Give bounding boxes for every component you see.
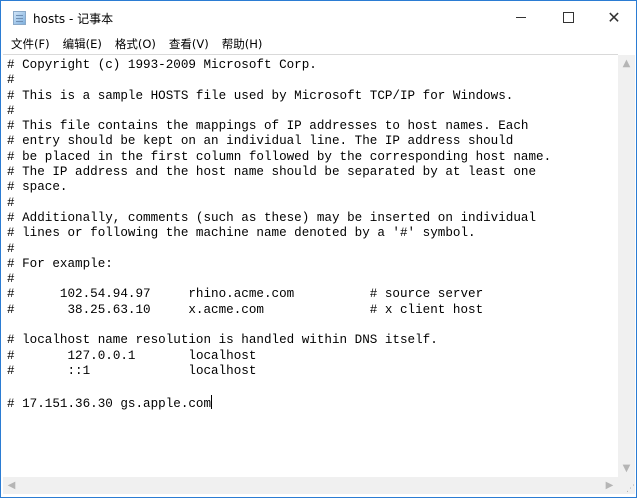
menu-format[interactable]: 格式(O) <box>110 34 162 54</box>
text-line-content: # <box>7 195 15 210</box>
text-line[interactable] <box>7 379 618 394</box>
maximize-icon <box>562 12 574 23</box>
text-line[interactable]: # The IP address and the host name shoul… <box>7 165 618 180</box>
minimize-button[interactable] <box>498 1 544 34</box>
scroll-up-icon[interactable]: ▲ <box>618 55 635 72</box>
text-line-content: # <box>7 103 15 118</box>
text-line-content: # <box>7 73 15 88</box>
scroll-right-icon[interactable]: ▶ <box>601 477 618 494</box>
scroll-left-icon[interactable]: ◀ <box>3 477 20 494</box>
text-line[interactable]: # localhost name resolution is handled w… <box>7 333 618 348</box>
text-line[interactable]: # <box>7 196 618 211</box>
text-line[interactable]: # This is a sample HOSTS file used by Mi… <box>7 89 618 104</box>
menu-help[interactable]: 帮助(H) <box>217 34 269 54</box>
text-line[interactable]: # Copyright (c) 1993-2009 Microsoft Corp… <box>7 58 618 73</box>
maximize-button[interactable] <box>545 1 591 34</box>
text-line[interactable]: # 38.25.63.10 x.acme.com # x client host <box>7 303 618 318</box>
close-button[interactable]: ✕ <box>591 1 637 34</box>
text-line[interactable]: # <box>7 104 618 119</box>
horizontal-scrollbar[interactable]: ◀ ▶ <box>3 477 618 494</box>
text-line[interactable]: # 127.0.0.1 localhost <box>7 349 618 364</box>
menu-file[interactable]: 文件(F) <box>6 34 56 54</box>
text-line[interactable]: # <box>7 73 618 88</box>
text-line[interactable]: # lines or following the machine name de… <box>7 226 618 241</box>
text-line-content: # lines or following the machine name de… <box>7 226 476 241</box>
text-line[interactable]: # 102.54.94.97 rhino.acme.com # source s… <box>7 287 618 302</box>
text-line[interactable]: # <box>7 272 618 287</box>
text-line[interactable]: # ::1 localhost <box>7 364 618 379</box>
text-line[interactable]: # For example: <box>7 257 618 272</box>
text-editor[interactable]: # Copyright (c) 1993-2009 Microsoft Corp… <box>3 54 618 478</box>
close-icon: ✕ <box>607 7 621 27</box>
text-line-content: # Copyright (c) 1993-2009 Microsoft Corp… <box>7 58 317 72</box>
text-content[interactable]: # Copyright (c) 1993-2009 Microsoft Corp… <box>7 58 618 478</box>
menu-edit[interactable]: 编辑(E) <box>58 34 108 54</box>
text-line-content: # localhost name resolution is handled w… <box>7 333 438 348</box>
text-line-content: # <box>7 241 15 256</box>
text-line-content: # For example: <box>7 256 113 271</box>
resize-grip-icon[interactable]: ⋰ <box>618 477 635 494</box>
text-line[interactable]: # entry should be kept on an individual … <box>7 134 618 149</box>
text-caret <box>211 394 213 409</box>
text-line[interactable] <box>7 318 618 333</box>
text-line-content: # The IP address and the host name shoul… <box>7 165 537 180</box>
text-line-content: # This file contains the mappings of IP … <box>7 119 529 134</box>
text-line[interactable]: # <box>7 242 618 257</box>
text-line[interactable]: # Additionally, comments (such as these)… <box>7 211 618 226</box>
scroll-down-icon[interactable]: ▼ <box>618 460 635 477</box>
title-bar[interactable]: hosts - 记事本 ✕ <box>1 1 636 34</box>
text-line[interactable]: # 17.151.36.30 gs.apple.com <box>7 394 618 411</box>
notepad-app-icon <box>13 11 26 25</box>
text-line-content: # 38.25.63.10 x.acme.com # x client host <box>7 302 484 317</box>
text-line-content: # be placed in the first column followed… <box>7 149 552 164</box>
text-line-content: # 17.151.36.30 gs.apple.com <box>7 396 212 411</box>
window-title: hosts - 记事本 <box>33 12 114 26</box>
text-line-content: # <box>7 272 15 287</box>
text-line-content: # This is a sample HOSTS file used by Mi… <box>7 88 514 103</box>
menu-view[interactable]: 查看(V) <box>164 34 215 54</box>
notepad-window: hosts - 记事本 ✕ 文件(F) 编辑(E) 格式(O) 查看(V) 帮助… <box>0 0 637 498</box>
minimize-icon <box>516 17 526 18</box>
text-line-content: # space. <box>7 180 68 195</box>
menu-bar: 文件(F) 编辑(E) 格式(O) 查看(V) 帮助(H) <box>1 34 636 54</box>
text-line-content: # 102.54.94.97 rhino.acme.com # source s… <box>7 287 484 302</box>
text-line-content: # Additionally, comments (such as these)… <box>7 210 537 225</box>
text-line[interactable]: # This file contains the mappings of IP … <box>7 119 618 134</box>
text-line[interactable]: # space. <box>7 180 618 195</box>
text-line[interactable]: # be placed in the first column followed… <box>7 150 618 165</box>
vertical-scrollbar[interactable]: ▲ ▼ <box>618 55 635 477</box>
text-line-content: # ::1 localhost <box>7 363 257 378</box>
text-line-content: # entry should be kept on an individual … <box>7 134 514 149</box>
text-line-content: # 127.0.0.1 localhost <box>7 348 257 363</box>
